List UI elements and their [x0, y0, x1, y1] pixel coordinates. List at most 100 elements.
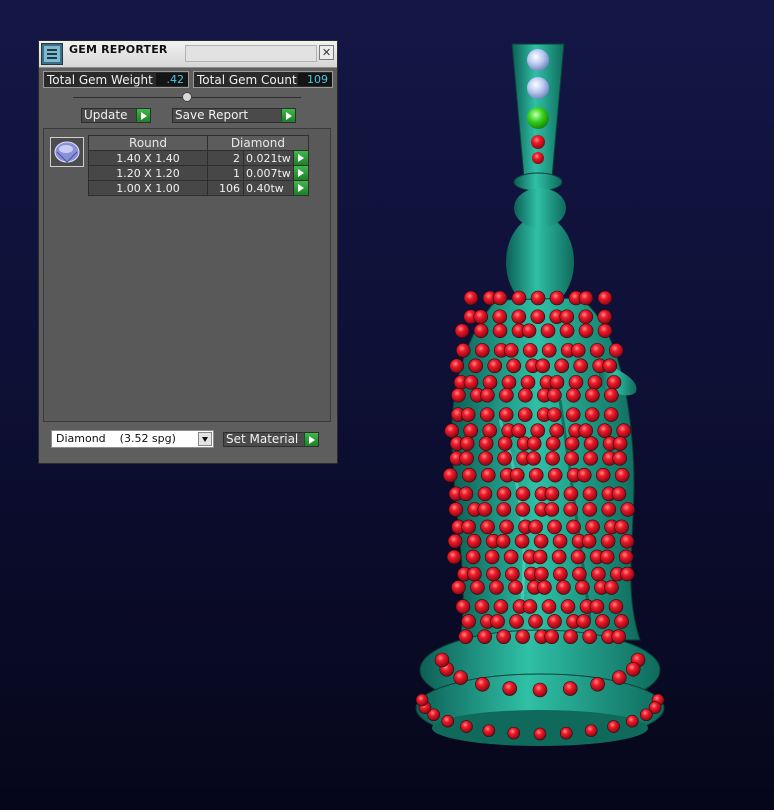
ruby-stone: [576, 467, 592, 483]
ruby-stone: [589, 599, 605, 614]
ruby-stone: [549, 423, 565, 438]
ruby-stone: [612, 436, 628, 451]
ruby-stone: [547, 387, 562, 403]
save-report-button[interactable]: Save Report: [172, 108, 296, 123]
ruby-stone: [482, 423, 498, 438]
set-material-button[interactable]: Set Material: [223, 432, 319, 447]
ruby-stone: [597, 323, 613, 339]
ruby-stone: [583, 436, 599, 451]
ruby-stone: [578, 309, 594, 325]
title-bar-groove: [185, 45, 317, 62]
ruby-stone: [545, 436, 561, 451]
gem-reporter-panel: GEM REPORTER ✕ Total Gem Weight .42 Tota…: [38, 40, 338, 464]
gem-size: 1.00 X 1.00: [88, 180, 208, 196]
ruby-stone: [522, 343, 538, 358]
update-button[interactable]: Update: [81, 108, 151, 123]
chevron-down-icon[interactable]: [198, 432, 212, 446]
ruby-stone: [511, 423, 527, 438]
slider-handle[interactable]: [182, 92, 192, 102]
ruby-stone: [620, 502, 636, 517]
ruby-stone: [515, 486, 531, 502]
ruby-stone: [559, 309, 575, 325]
ruby-stone: [515, 502, 531, 517]
ruby-stone: [602, 358, 618, 374]
ruby-stone: [487, 358, 503, 374]
shape-header: Round: [88, 135, 208, 151]
ruby-stone: [520, 375, 536, 390]
ruby-stone: [603, 407, 619, 422]
ruby-stone: [482, 375, 498, 390]
ruby-stone: [459, 451, 474, 466]
close-button[interactable]: ✕: [319, 45, 334, 60]
ruby-stone: [461, 519, 476, 535]
ruby-stone: [478, 436, 494, 451]
ruby-stone: [528, 614, 543, 629]
ruby-stone: [528, 519, 543, 535]
total-gem-weight-label: Total Gem Weight: [47, 73, 153, 87]
ruby-stone: [455, 343, 471, 358]
ruby-stone: [444, 423, 460, 438]
gem-size: 1.20 X 1.20: [88, 165, 208, 181]
ruby-stone: [595, 467, 611, 483]
ruby-stone: [559, 323, 575, 339]
ruby-stone: [477, 486, 493, 502]
ruby-stone: [573, 358, 589, 374]
ruby-stone: [507, 726, 521, 740]
gem-report-table: Round Diamond 1.40 X 1.40 2 0.021tw 1.20…: [88, 135, 309, 196]
material-header: Diamond: [207, 135, 309, 151]
ruby-stone: [514, 533, 530, 549]
ruby-stone: [597, 309, 613, 325]
ruby-stone: [454, 323, 470, 339]
ruby-stone: [509, 467, 525, 483]
ruby-stone: [458, 629, 473, 644]
ruby-stone: [552, 533, 568, 549]
total-gem-count-field: Total Gem Count 109: [193, 71, 333, 88]
ruby-stone: [480, 387, 495, 403]
ruby-stone: [597, 423, 613, 438]
ruby-stone: [566, 387, 581, 403]
ruby-stone: [616, 423, 632, 438]
ruby-stone: [509, 614, 524, 629]
ruby-stone: [582, 486, 598, 502]
play-arrow-icon: [293, 151, 308, 165]
ruby-stone: [532, 682, 548, 698]
row-select-button[interactable]: [292, 150, 309, 166]
ruby-stone: [526, 436, 542, 451]
ruby-stone: [535, 358, 551, 374]
ruby-stone: [490, 614, 505, 629]
ruby-stone: [611, 486, 627, 502]
row-select-button[interactable]: [292, 165, 309, 181]
ruby-stone: [498, 407, 514, 422]
ruby-stone: [570, 549, 586, 565]
ruby-stone: [501, 375, 517, 390]
ruby-stone: [576, 614, 591, 629]
ruby-stone: [451, 580, 466, 595]
ruby-stone: [564, 436, 580, 451]
ruby-stone: [467, 566, 482, 582]
ruby-stone: [434, 652, 450, 668]
title-bar[interactable]: GEM REPORTER ✕: [39, 41, 337, 68]
ruby-stone: [549, 375, 565, 390]
ruby-stone: [460, 407, 476, 422]
ruby-stone: [495, 533, 511, 549]
row-select-button[interactable]: [292, 180, 309, 196]
ruby-stone: [582, 629, 597, 644]
ruby-stone: [511, 290, 527, 306]
gem-weight: 0.007tw: [243, 165, 294, 181]
ruby-stone: [619, 533, 635, 549]
total-gem-count-value: 109: [298, 73, 332, 86]
ruby-stone: [578, 323, 594, 339]
diamond-stone: [527, 49, 549, 71]
ruby-stone: [607, 720, 620, 733]
ruby-stone: [547, 614, 562, 629]
ruby-stone: [474, 343, 490, 358]
ruby-stone: [540, 323, 556, 339]
ruby-stone: [503, 549, 519, 565]
ruby-stone: [459, 436, 475, 451]
round-gem-icon[interactable]: [50, 137, 84, 167]
ruby-stone: [533, 533, 549, 549]
material-dropdown[interactable]: Diamond (3.52 spg): [51, 430, 214, 448]
ruby-stone: [546, 407, 562, 422]
ruby-stone: [448, 502, 464, 517]
ruby-stone: [470, 580, 485, 595]
